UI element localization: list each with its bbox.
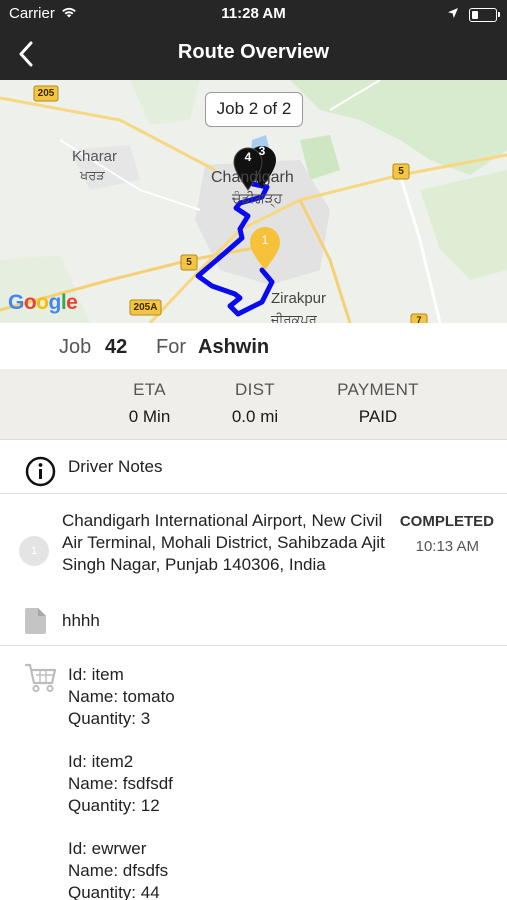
item-id: Id: item: [68, 665, 124, 684]
job-label: Job: [59, 336, 92, 358]
items-list: Id: item Name: tomato Quantity: 3 Id: it…: [68, 664, 175, 900]
payment-label: PAYMENT: [337, 380, 419, 399]
status-time: 11:28 AM: [221, 5, 286, 22]
item-quantity: Quantity: 3: [68, 709, 151, 728]
road-shield-7: 7: [416, 315, 422, 323]
map-label-kharar-punjabi: ਖਰੜ: [80, 168, 105, 183]
customer-name: Ashwin: [198, 336, 270, 358]
road-shield-205: 205: [37, 88, 55, 99]
map-label-chandigarh-punjabi: ਚੰਡੀਗੜ੍ਹ: [232, 190, 283, 206]
map-label-zirakpur-punjabi: ਜ਼ੀਰਕਪੁਰ: [271, 312, 317, 323]
document-icon: [25, 608, 46, 639]
item-name: Name: dfsdfs: [68, 861, 169, 880]
map-label-kharar: Kharar: [72, 148, 118, 165]
payment-value: PAID: [358, 407, 398, 426]
list-item: Id: ewrwer Name: dfsdfs Quantity: 44: [68, 838, 175, 900]
eta-value: 0 Min: [128, 407, 171, 426]
road-shield-5-east: 5: [398, 166, 404, 177]
info-icon: [25, 456, 56, 492]
road-shield-205a: 205A: [133, 302, 158, 313]
eta-label: ETA: [133, 380, 166, 399]
stop-item[interactable]: 1 Chandigarh International Airport, New …: [0, 494, 507, 646]
road-shield-5-west: 5: [186, 257, 192, 268]
item-quantity: Quantity: 12: [68, 796, 160, 815]
map-label-chandigarh: Chandigarh: [211, 169, 294, 186]
google-logo: Google: [8, 291, 78, 314]
job-summary: Job 42 For Ashwin: [0, 323, 507, 369]
map-label-zirakpur: Zirakpur: [271, 290, 327, 307]
distance-value: 0.0 mi: [231, 407, 279, 426]
location-arrow-icon: [447, 6, 459, 23]
items-section: Id: item Name: tomato Quantity: 3 Id: it…: [0, 647, 507, 900]
job-stats: ETA 0 Min DIST 0.0 mi PAYMENT PAID: [0, 369, 507, 440]
job-progress-chip: Job 2 of 2: [205, 92, 303, 127]
cart-icon: [24, 663, 57, 698]
marker-label-1: 1: [261, 233, 269, 247]
stop-status: COMPLETED: [399, 513, 494, 530]
for-label: For: [156, 336, 186, 358]
battery-fill: [472, 10, 478, 19]
stop-note: hhhh: [62, 611, 100, 630]
item-name: Name: tomato: [68, 687, 175, 706]
job-number: 42: [105, 336, 128, 358]
stop-time: 10:13 AM: [415, 538, 479, 555]
eta-stat: ETA 0 Min: [112, 380, 187, 427]
navigation-bar: Route Overview: [0, 28, 507, 80]
distance-stat: DIST 0.0 mi: [215, 380, 295, 427]
item-id: Id: ewrwer: [68, 839, 147, 858]
battery-icon: [469, 7, 500, 22]
driver-notes-label: Driver Notes: [68, 457, 163, 476]
status-bar: Carrier 11:28 AM: [0, 0, 507, 28]
payment-stat: PAYMENT PAID: [327, 380, 429, 427]
driver-notes-row[interactable]: Driver Notes: [0, 441, 507, 494]
stop-address: Chandigarh International Airport, New Ci…: [62, 511, 385, 574]
marker-label-4: 4: [244, 150, 252, 164]
page-title: Route Overview: [177, 41, 330, 63]
item-name: Name: fsdfsdf: [68, 774, 173, 793]
distance-label: DIST: [235, 380, 275, 399]
list-item: Id: item Name: tomato Quantity: 3: [68, 664, 175, 730]
marker-label-3: 3: [258, 144, 266, 158]
list-item: Id: item2 Name: fsdfsdf Quantity: 12: [68, 751, 175, 817]
item-id: Id: item2: [68, 752, 134, 771]
item-quantity: Quantity: 44: [68, 883, 160, 900]
stop-sequence-badge: 1: [19, 536, 49, 566]
